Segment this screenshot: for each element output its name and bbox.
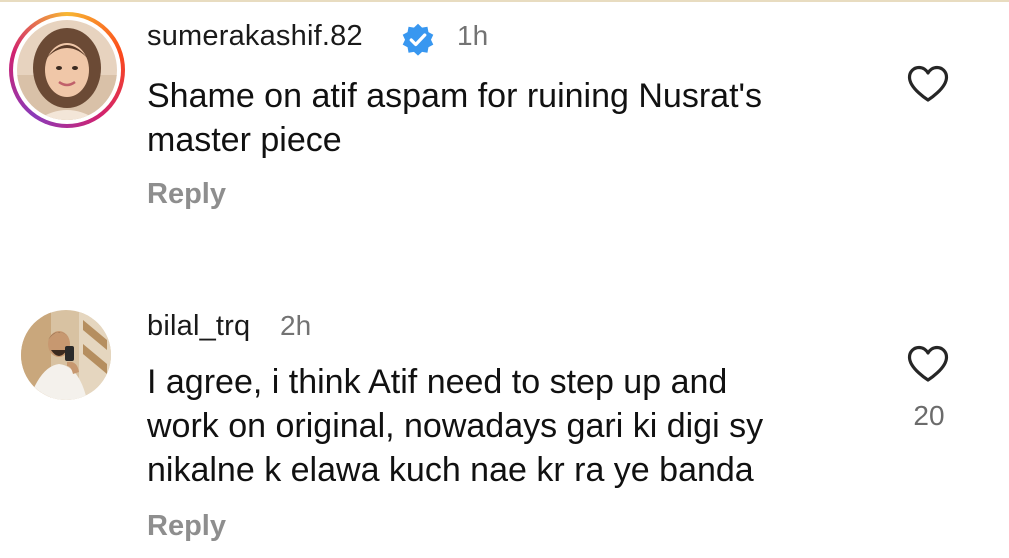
comment-text-line: Shame on atif aspam for ruining Nusrat's <box>147 77 763 115</box>
comment-timestamp: 2h <box>280 310 312 341</box>
comment-username[interactable]: bilal_trq <box>147 310 250 343</box>
comment-item: bilal_trq 2h I agree, i think Atif need … <box>0 300 1009 558</box>
comment-text-line: nikalne k elawa kuch nae kr ra ye banda <box>147 451 754 489</box>
comment-text: Shame on atif aspam for ruining Nusrat's… <box>147 74 867 162</box>
comment-item: sumerakashif.82 1h Shame on atif aspam f… <box>0 12 1009 232</box>
comment-text-line: master piece <box>147 121 342 159</box>
heart-outline-icon[interactable] <box>906 344 950 384</box>
comment-text: I agree, i think Atif need to step up an… <box>147 360 867 492</box>
comment-text-line: I agree, i think Atif need to step up an… <box>147 363 728 401</box>
reply-button[interactable]: Reply <box>147 510 226 543</box>
avatar[interactable] <box>21 310 111 400</box>
top-divider <box>0 0 1009 2</box>
story-ring[interactable] <box>9 12 125 128</box>
comment-timestamp: 1h <box>457 20 489 51</box>
avatar-photo <box>21 310 111 400</box>
verified-badge-icon <box>402 23 434 56</box>
avatar-photo <box>17 20 117 120</box>
comments-screen: sumerakashif.82 1h Shame on atif aspam f… <box>0 0 1009 558</box>
heart-outline-icon[interactable] <box>906 64 950 104</box>
like-count: 20 <box>913 400 945 431</box>
comment-username[interactable]: sumerakashif.82 <box>147 20 363 53</box>
comment-text-line: work on original, nowadays gari ki digi … <box>147 407 764 445</box>
avatar[interactable] <box>17 20 117 120</box>
reply-button[interactable]: Reply <box>147 178 226 211</box>
